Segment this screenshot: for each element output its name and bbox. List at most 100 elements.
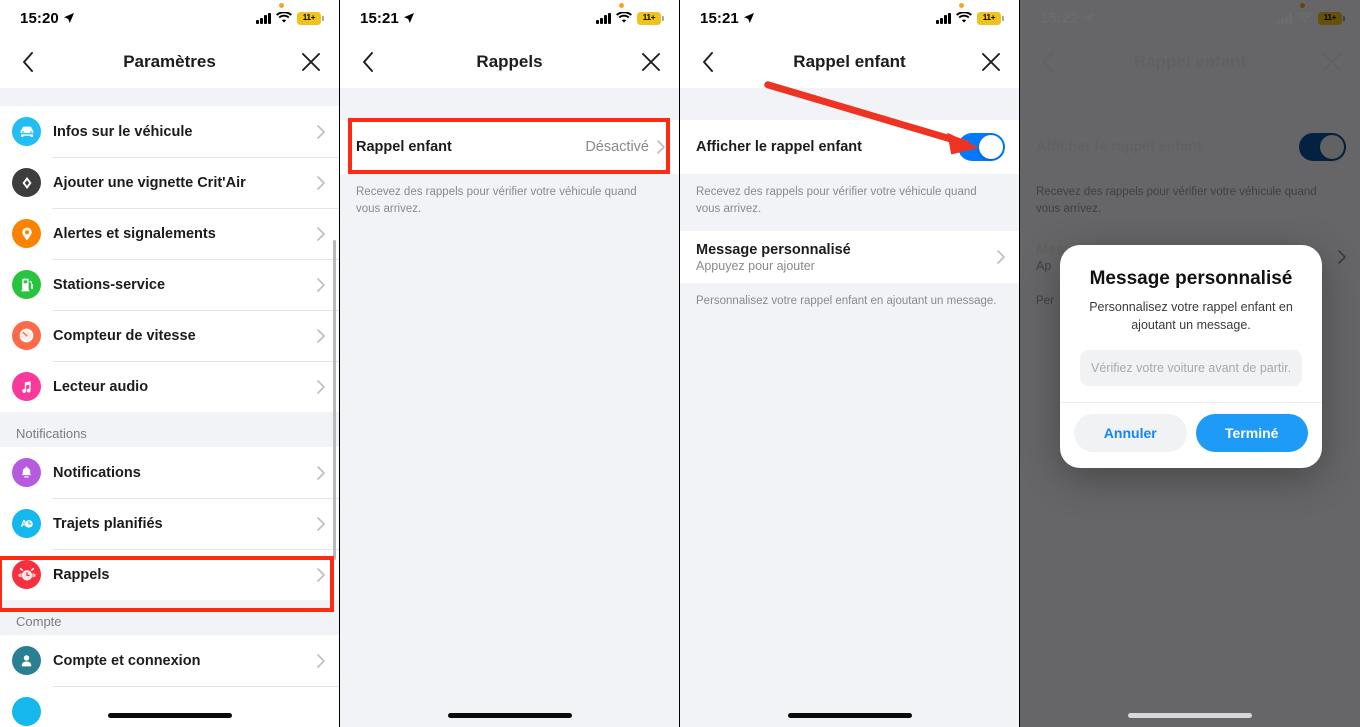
close-icon[interactable] bbox=[969, 36, 1013, 88]
custom-message-description: Personnalisez votre rappel enfant en ajo… bbox=[680, 283, 1019, 325]
toggle-row-label: Afficher le rappel enfant bbox=[696, 139, 862, 155]
sidebar-item-alerts[interactable]: Alertes et signalements bbox=[0, 208, 339, 259]
chevron-right-icon bbox=[317, 567, 325, 582]
chevron-right-icon bbox=[317, 379, 325, 394]
battery-level: 11+ bbox=[302, 13, 316, 22]
alarm-clock-icon bbox=[12, 560, 41, 589]
section-header-notifications: Notifications bbox=[0, 412, 339, 447]
cellular-signal-icon bbox=[936, 12, 951, 24]
sidebar-item-critair[interactable]: Ajouter une vignette Crit'Air bbox=[0, 157, 339, 208]
battery-icon: 11+ bbox=[637, 11, 664, 25]
sidebar-item-label: Lecteur audio bbox=[53, 378, 149, 395]
toggle-knob bbox=[979, 135, 1003, 159]
location-arrow-icon bbox=[743, 13, 754, 23]
sidebar-item-label: Infos sur le véhicule bbox=[53, 123, 193, 140]
wifi-icon bbox=[276, 12, 292, 23]
list-item-label: Message personnalisé bbox=[696, 241, 851, 258]
dialog-body: Message personnalisé Personnalisez votre… bbox=[1060, 245, 1322, 402]
home-indicator bbox=[787, 713, 912, 718]
section-header-account: Compte bbox=[0, 600, 339, 635]
toggle-row-show-child-reminder[interactable]: Afficher le rappel enfant bbox=[680, 120, 1019, 174]
list-top-gap bbox=[0, 88, 339, 106]
recording-dot-icon bbox=[619, 2, 624, 8]
home-indicator bbox=[447, 713, 572, 718]
sidebar-item-label: Rappels bbox=[53, 566, 110, 583]
sidebar-item-label: Alertes et signalements bbox=[53, 225, 216, 242]
cellular-signal-icon bbox=[256, 12, 271, 24]
scrollbar-thumb[interactable] bbox=[333, 240, 336, 560]
back-chevron-icon[interactable] bbox=[346, 36, 390, 88]
chevron-right-icon bbox=[317, 175, 325, 190]
status-indicators: 11+ bbox=[936, 2, 1004, 25]
show-reminder-card: Afficher le rappel enfant bbox=[680, 120, 1019, 174]
custom-message-dialog: Message personnalisé Personnalisez votre… bbox=[1060, 245, 1322, 469]
sidebar-item-reminders[interactable]: Rappels bbox=[0, 549, 339, 600]
settings-group-notifications: Notifications Trajets planifiés Rappels bbox=[0, 447, 339, 600]
list-item-custom-message[interactable]: Message personnalisé Appuyez pour ajoute… bbox=[680, 231, 1019, 284]
sidebar-item-notifications[interactable]: Notifications bbox=[0, 447, 339, 498]
recording-dot-icon bbox=[279, 2, 284, 8]
status-time: 15:21 bbox=[360, 10, 415, 27]
sidebar-item-label: Compte et connexion bbox=[53, 652, 201, 669]
chevron-right-icon bbox=[317, 226, 325, 241]
status-bar: 15:20 11+ bbox=[0, 0, 339, 36]
back-chevron-icon[interactable] bbox=[6, 36, 50, 88]
cancel-button[interactable]: Annuler bbox=[1074, 414, 1187, 453]
show-reminder-description: Recevez des rappels pour vérifier votre … bbox=[680, 174, 1019, 232]
sidebar-item-gas-stations[interactable]: Stations-service bbox=[0, 259, 339, 310]
confirm-button[interactable]: Terminé bbox=[1195, 414, 1308, 453]
list-item-value: Désactivé bbox=[585, 139, 649, 155]
panel-rappels: 15:21 11+ Rappels Rappel enfant Désactiv… bbox=[340, 0, 680, 727]
battery-icon: 11+ bbox=[297, 11, 324, 25]
custom-message-input[interactable]: Vérifiez votre voiture avant de partir. bbox=[1080, 350, 1302, 387]
status-time: 15:20 bbox=[20, 10, 75, 27]
dialog-actions: Annuler Terminé bbox=[1060, 402, 1322, 468]
back-chevron-icon[interactable] bbox=[686, 36, 730, 88]
list-item-child-reminder[interactable]: Rappel enfant Désactivé bbox=[340, 120, 679, 174]
close-icon[interactable] bbox=[629, 36, 673, 88]
status-time-text: 15:21 bbox=[700, 9, 739, 27]
cellular-signal-icon bbox=[596, 12, 611, 24]
page-title: Rappel enfant bbox=[793, 52, 906, 71]
list-top-gap bbox=[340, 88, 679, 120]
fuel-pump-icon bbox=[12, 270, 41, 299]
car-icon bbox=[12, 117, 41, 146]
sidebar-item-vehicle-info[interactable]: Infos sur le véhicule bbox=[0, 106, 339, 157]
page-title: Rappels bbox=[476, 52, 543, 71]
close-icon[interactable] bbox=[289, 36, 333, 88]
sidebar-item-audio-player[interactable]: Lecteur audio bbox=[0, 361, 339, 412]
battery-level: 11+ bbox=[982, 13, 996, 22]
music-note-icon bbox=[12, 372, 41, 401]
page-title: Paramètres bbox=[123, 52, 216, 71]
list-item-label: Rappel enfant bbox=[356, 139, 452, 155]
planned-trip-icon bbox=[12, 509, 41, 538]
nav-bar: Rappels bbox=[340, 36, 679, 88]
show-child-reminder-toggle[interactable] bbox=[958, 133, 1005, 161]
panel-rappel-enfant: 15:21 11+ Rappel enfant Afficher le rapp bbox=[680, 0, 1020, 727]
status-bar: 15:21 11+ bbox=[340, 0, 679, 36]
chevron-right-icon bbox=[997, 250, 1005, 265]
battery-icon: 11+ bbox=[977, 11, 1004, 25]
list-item-sublabel: Appuyez pour ajouter bbox=[696, 258, 815, 273]
location-arrow-icon bbox=[403, 13, 414, 23]
list-top-gap bbox=[680, 88, 1019, 120]
sidebar-item-account-login[interactable]: Compte et connexion bbox=[0, 635, 339, 686]
wifi-icon bbox=[616, 12, 632, 23]
sidebar-item-label: Stations-service bbox=[53, 276, 166, 293]
sidebar-item-label: Ajouter une vignette Crit'Air bbox=[53, 174, 246, 191]
status-time: 15:21 bbox=[700, 10, 755, 27]
home-indicator bbox=[1128, 713, 1252, 718]
sidebar-item-speedometer[interactable]: Compteur de vitesse bbox=[0, 310, 339, 361]
speedometer-icon bbox=[12, 321, 41, 350]
custom-message-text: Message personnalisé Appuyez pour ajoute… bbox=[696, 242, 997, 273]
dialog-title: Message personnalisé bbox=[1089, 268, 1293, 289]
sidebar-item-planned-trips[interactable]: Trajets planifiés bbox=[0, 498, 339, 549]
sidebar-item-partial[interactable] bbox=[0, 686, 339, 727]
chevron-right-icon bbox=[317, 124, 325, 139]
chevron-right-icon bbox=[317, 277, 325, 292]
partial-icon bbox=[12, 697, 41, 726]
reminders-card: Rappel enfant Désactivé bbox=[340, 120, 679, 174]
chevron-right-icon bbox=[317, 653, 325, 668]
nav-bar: Rappel enfant bbox=[680, 36, 1019, 88]
settings-group-general: Infos sur le véhicule Ajouter une vignet… bbox=[0, 106, 339, 412]
